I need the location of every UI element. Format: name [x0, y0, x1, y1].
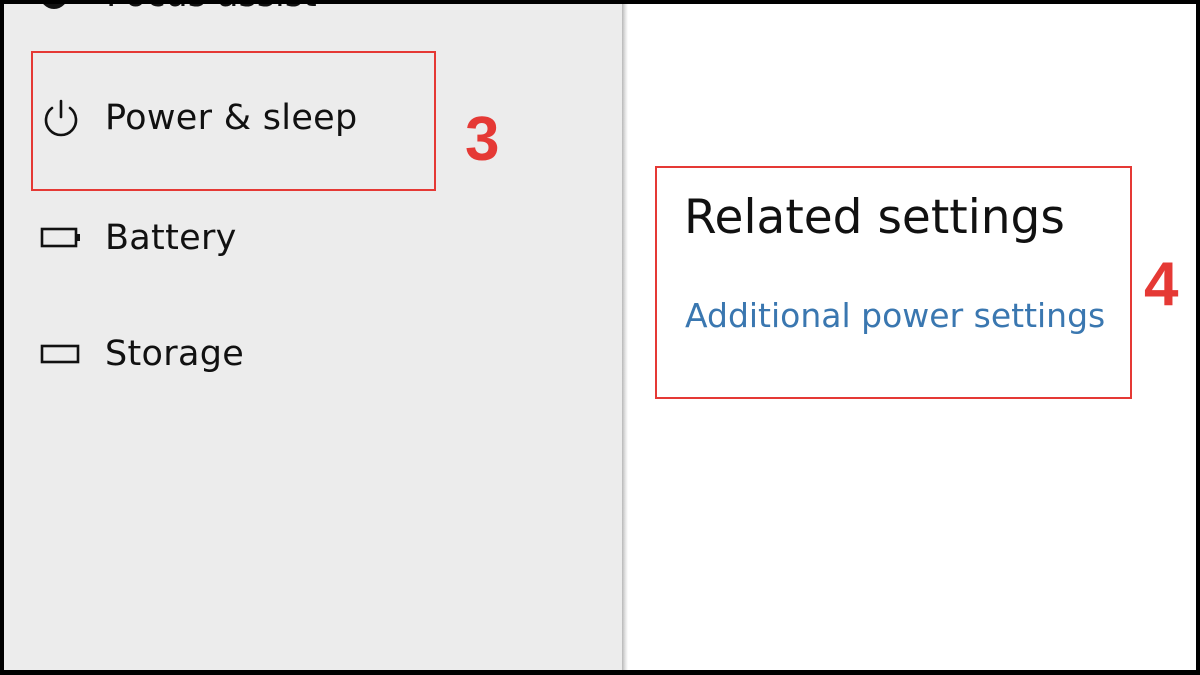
sidebar-item-battery[interactable]: Battery — [4, 198, 622, 278]
battery-icon — [40, 217, 82, 259]
annotation-box-4 — [655, 166, 1132, 399]
sidebar-item-storage[interactable]: Storage — [4, 314, 622, 394]
annotation-number-4: 4 — [1144, 250, 1179, 319]
sidebar-item-focus-assist[interactable]: Focus assist — [40, 4, 317, 15]
sidebar-item-label: Battery — [105, 218, 237, 258]
sidebar-divider — [622, 4, 628, 670]
annotation-number-3: 3 — [465, 105, 500, 174]
annotation-box-3 — [31, 51, 436, 191]
sidebar-item-label: Focus assist — [106, 4, 317, 15]
sidebar-item-label: Storage — [105, 334, 245, 374]
focus-assist-icon — [40, 4, 68, 9]
settings-window: Focus assist Power & sleep Battery — [4, 4, 1196, 670]
storage-icon — [40, 333, 82, 375]
